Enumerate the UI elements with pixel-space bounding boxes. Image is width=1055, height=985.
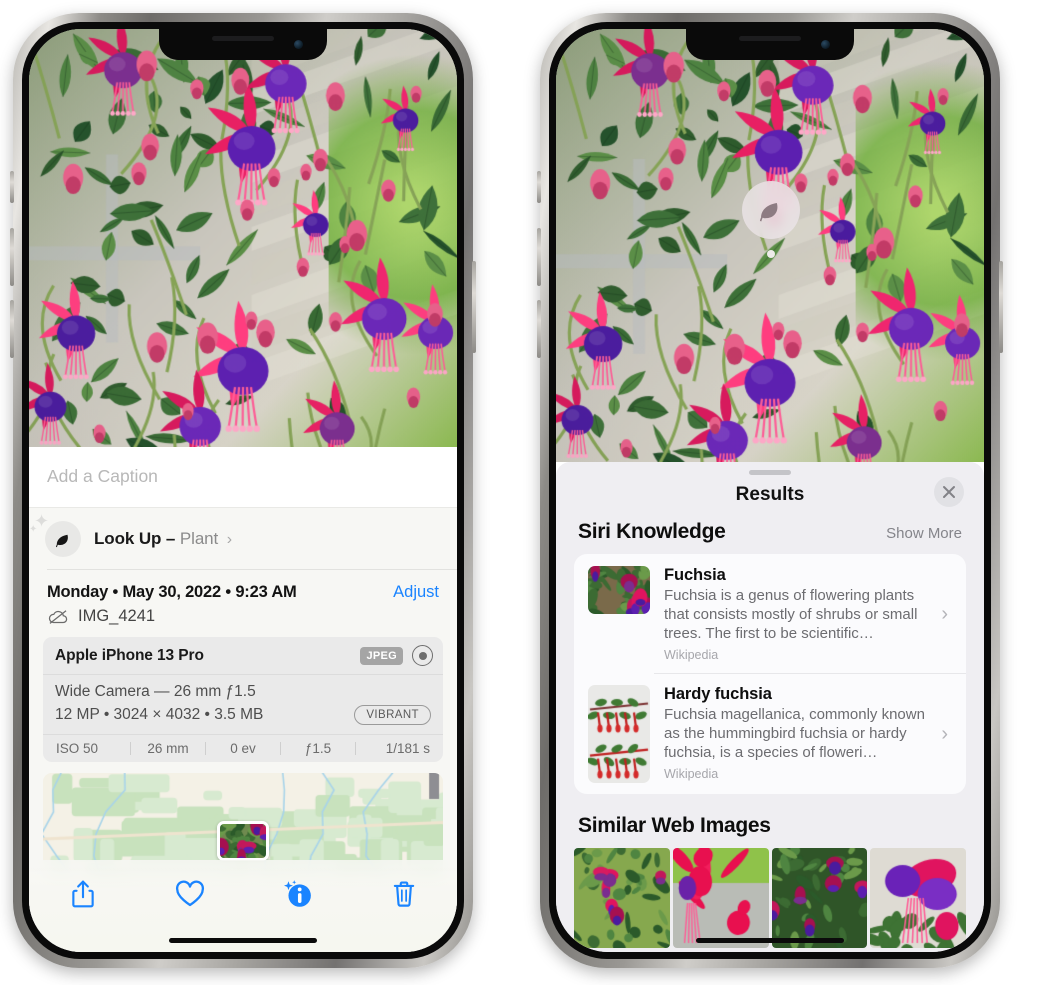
leaf-icon — [759, 203, 778, 222]
volume-down-button[interactable] — [537, 300, 541, 358]
siri-knowledge-header: Siri Knowledge Show More — [556, 520, 984, 554]
exif-iso: ISO 50 — [56, 741, 99, 756]
camera-model: Apple iPhone 13 Pro — [55, 646, 204, 664]
side-power-button[interactable] — [472, 261, 476, 353]
web-image-item[interactable] — [574, 848, 670, 948]
chevron-right-icon: › — [226, 531, 233, 548]
screenshot-stage: Add a Caption ✦ ✦ Look Up – Plant › Mond… — [0, 0, 1055, 985]
result-thumbnail — [588, 566, 650, 614]
delete-button[interactable] — [380, 874, 428, 914]
result-title: Hardy fuchsia — [664, 685, 772, 703]
volume-down-button[interactable] — [10, 300, 14, 358]
share-icon — [71, 880, 94, 908]
results-title: Results — [735, 484, 805, 505]
heart-icon — [175, 880, 204, 907]
lens-info: Wide Camera — 26 mm ƒ1.5 — [55, 683, 256, 700]
resolution-info: 12 MP • 3024 × 4032 • 3.5 MB — [55, 706, 264, 723]
badge-anchor-dot — [767, 250, 775, 258]
exif-aperture: ƒ1.5 — [304, 741, 332, 756]
camera-card-body: Wide Camera — 26 mm ƒ1.5 12 MP • 3024 × … — [43, 675, 443, 734]
exif-row: ISO 50 26 mm 0 ev ƒ1.5 1/181 s — [43, 734, 443, 762]
show-more-button[interactable]: Show More — [886, 525, 962, 542]
photo-viewer-right[interactable] — [556, 29, 984, 462]
close-icon — [943, 486, 955, 498]
chevron-right-icon: › — [941, 722, 948, 745]
silence-switch[interactable] — [10, 171, 14, 203]
info-button[interactable] — [273, 874, 321, 914]
screen-left: Add a Caption ✦ ✦ Look Up – Plant › Mond… — [29, 29, 457, 952]
list-item[interactable]: Hardy fuchsia Fuchsia magellanica, commo… — [574, 673, 966, 794]
home-indicator[interactable] — [696, 938, 844, 943]
look-up-row[interactable]: ✦ ✦ Look Up – Plant › — [29, 508, 457, 570]
side-power-button[interactable] — [999, 261, 1003, 353]
siri-knowledge-title: Siri Knowledge — [578, 520, 726, 543]
visual-look-up-badge[interactable] — [742, 181, 800, 258]
close-button[interactable] — [934, 477, 964, 507]
result-source: Wikipedia — [664, 767, 719, 781]
date-row: Monday • May 30, 2022 • 9:23 AM Adjust — [29, 570, 457, 604]
knowledge-card: Fuchsia Fuchsia is a genus of flowering … — [574, 554, 966, 794]
web-image-item[interactable] — [870, 848, 966, 948]
file-row: IMG_4241 — [29, 604, 457, 637]
trash-icon — [393, 881, 414, 907]
result-description: Fuchsia is a genus of flowering plants t… — [664, 587, 918, 642]
photographic-style-badge: VIBRANT — [354, 705, 431, 725]
caption-input[interactable]: Add a Caption — [29, 447, 457, 508]
phone-bezel-left: Add a Caption ✦ ✦ Look Up – Plant › Mond… — [22, 22, 464, 959]
exif-focal: 26 mm — [147, 741, 189, 756]
silence-switch[interactable] — [537, 171, 541, 203]
phone-bezel-right: Results Siri Knowledge Show More Fuchsia… — [549, 22, 991, 959]
web-image-item[interactable] — [771, 848, 868, 948]
sparkle-small-icon: ✦ — [29, 524, 38, 535]
front-camera-icon — [294, 40, 303, 49]
earpiece-speaker — [739, 36, 801, 41]
camera-info-card: Apple iPhone 13 Pro JPEG Wide Camera — 2… — [43, 637, 443, 762]
front-camera-icon — [821, 40, 830, 49]
similar-web-images-title: Similar Web Images — [578, 814, 771, 837]
photo-info-sheet: Add a Caption ✦ ✦ Look Up – Plant › Mond… — [29, 447, 457, 952]
iphone-right-device: Results Siri Knowledge Show More Fuchsia… — [537, 13, 1003, 968]
similar-web-images-strip[interactable] — [556, 848, 984, 948]
similar-web-images-header: Similar Web Images — [556, 794, 984, 848]
look-up-title: Look Up – — [94, 529, 176, 548]
file-name: IMG_4241 — [78, 607, 156, 625]
result-description: Fuchsia magellanica, commonly known as t… — [664, 706, 925, 761]
info-sparkle-icon — [283, 880, 311, 907]
map-photo-pin[interactable] — [217, 821, 269, 861]
photo-date: Monday • May 30, 2022 • 9:23 AM — [47, 583, 297, 601]
result-thumbnail — [588, 685, 650, 783]
chevron-right-icon: › — [941, 602, 948, 625]
adjust-button[interactable]: Adjust — [393, 583, 439, 602]
web-image-item[interactable] — [672, 848, 769, 948]
map-pin-thumbnail — [220, 824, 266, 858]
list-item[interactable]: Fuchsia Fuchsia is a genus of flowering … — [574, 554, 966, 673]
format-badge: JPEG — [360, 646, 403, 665]
earpiece-speaker — [212, 36, 274, 41]
aperture-icon — [412, 645, 433, 666]
volume-up-button[interactable] — [10, 228, 14, 286]
device-notch-left — [159, 29, 327, 60]
icloud-slash-icon — [48, 609, 68, 624]
share-button[interactable] — [59, 874, 107, 914]
device-notch-right — [686, 29, 854, 60]
leaf-icon: ✦ ✦ — [29, 512, 81, 557]
look-up-label: Look Up – Plant › — [94, 529, 232, 549]
result-title: Fuchsia — [664, 566, 726, 584]
photo-viewer-left[interactable] — [29, 29, 457, 447]
exif-ev: 0 ev — [230, 741, 256, 756]
favorite-button[interactable] — [166, 874, 214, 914]
result-source: Wikipedia — [664, 648, 719, 662]
exif-shutter: 1/181 s — [385, 741, 430, 756]
volume-up-button[interactable] — [537, 228, 541, 286]
home-indicator[interactable] — [169, 938, 317, 943]
results-header: Results — [556, 475, 984, 520]
fuchsia-photo — [29, 29, 457, 447]
camera-card-header: Apple iPhone 13 Pro JPEG — [43, 637, 443, 675]
results-sheet: Results Siri Knowledge Show More Fuchsia… — [556, 462, 984, 952]
screen-right: Results Siri Knowledge Show More Fuchsia… — [556, 29, 984, 952]
look-up-subject: Plant — [179, 529, 219, 548]
iphone-left-device: Add a Caption ✦ ✦ Look Up – Plant › Mond… — [10, 13, 476, 968]
